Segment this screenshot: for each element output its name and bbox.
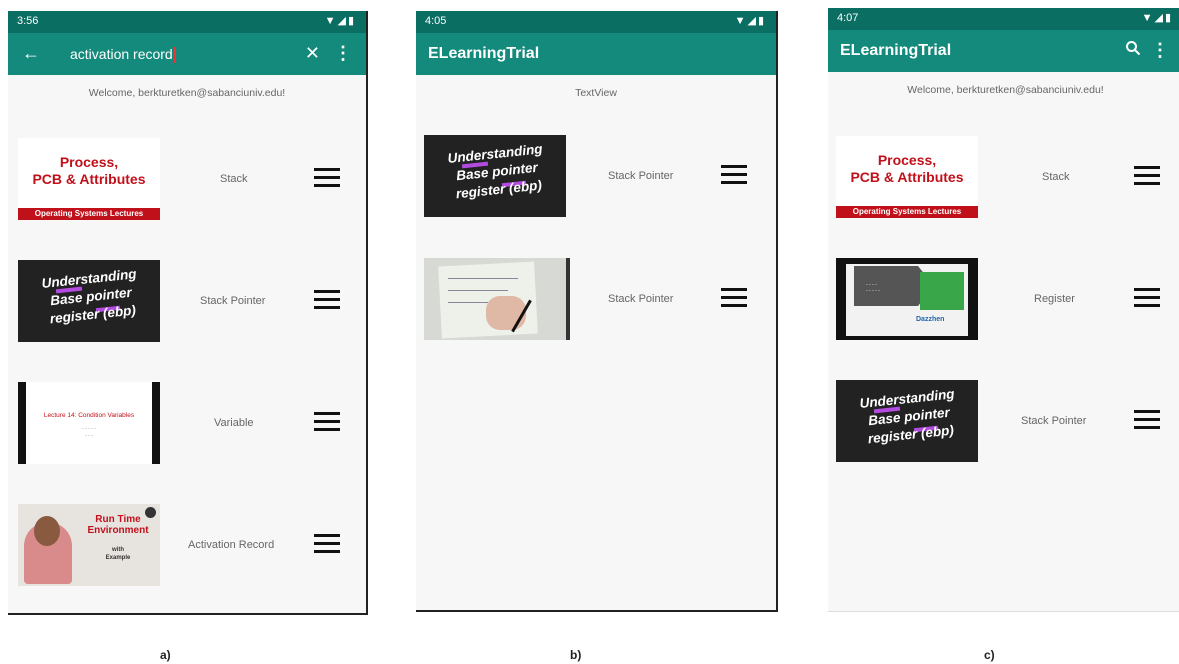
video-thumbnail[interactable]: Lecture 14: Condition Variables ‑ ‑ ‑ ‑ … xyxy=(18,382,160,464)
item-label: Activation Record xyxy=(188,539,275,551)
item-label: Stack Pointer xyxy=(1021,415,1087,427)
app-title: ELearningTrial xyxy=(428,45,540,62)
hamburger-menu-icon[interactable] xyxy=(314,168,340,188)
item-label: Stack Pointer xyxy=(608,293,674,305)
arrow-left-icon[interactable]: ← xyxy=(22,43,40,64)
hamburger-menu-icon[interactable] xyxy=(721,288,747,308)
caption-b: b) xyxy=(570,648,582,662)
hamburger-menu-icon[interactable] xyxy=(1134,410,1160,430)
item-label: Stack Pointer xyxy=(200,295,266,307)
status-time: 4:05 xyxy=(425,15,447,27)
hamburger-menu-icon[interactable] xyxy=(721,165,747,185)
search-icon[interactable] xyxy=(1125,40,1141,61)
hamburger-menu-icon[interactable] xyxy=(314,412,340,432)
textview-placeholder: TextView xyxy=(575,87,617,99)
list-item[interactable]: Understanding Base pointer register (ebp) … xyxy=(8,258,366,344)
search-input[interactable]: activation record xyxy=(70,46,176,64)
list-item[interactable]: Process, PCB & Attributes Operating Syste… xyxy=(8,136,366,222)
welcome-text: Welcome, berkturetken@sabanciuniv.edu! xyxy=(907,84,1104,96)
hamburger-menu-icon[interactable] xyxy=(314,290,340,310)
app-bar: ELearningTrial ⋮ xyxy=(828,30,1179,72)
video-thumbnail[interactable]: Process, PCB & Attributes Operating Syste… xyxy=(836,136,978,218)
video-thumbnail[interactable]: Run Time Environment with Example xyxy=(18,504,160,586)
status-time: 3:56 xyxy=(17,15,39,27)
status-time: 4:07 xyxy=(837,12,859,24)
caption-a: a) xyxy=(160,648,171,662)
video-thumbnail[interactable] xyxy=(424,258,570,340)
hamburger-menu-icon[interactable] xyxy=(1134,288,1160,308)
welcome-text: Welcome, berkturetken@sabanciuniv.edu! xyxy=(88,87,286,99)
wifi-signal-battery-icon: ▼◢▮ xyxy=(1141,12,1173,24)
list-item[interactable]: Understanding Base pointer register (ebp) … xyxy=(416,133,776,219)
list-item[interactable]: Understanding Base pointer register (ebp) … xyxy=(828,378,1179,464)
list-item[interactable]: Run Time Environment with Example Activati… xyxy=(8,502,366,588)
video-thumbnail[interactable]: Understanding Base pointer register (ebp) xyxy=(424,135,566,217)
list-item[interactable]: Lecture 14: Condition Variables ‑ ‑ ‑ ‑ … xyxy=(8,380,366,466)
screen-b: 4:05 ▼◢▮ ELearningTrial TextView Underst… xyxy=(416,11,778,612)
screen-c: 4:07 ▼◢▮ ELearningTrial ⋮ Welcome, berkt… xyxy=(828,8,1179,612)
search-app-bar: ← activation record ✕ ⋮ xyxy=(8,33,366,75)
item-label: Variable xyxy=(214,417,254,429)
wifi-signal-battery-icon: ▼◢▮ xyxy=(324,15,356,27)
caption-c: c) xyxy=(984,648,995,662)
hamburger-menu-icon[interactable] xyxy=(314,534,340,554)
close-icon[interactable]: ✕ xyxy=(305,43,320,64)
status-bar: 3:56 ▼◢▮ xyxy=(8,11,366,33)
wifi-signal-battery-icon: ▼◢▮ xyxy=(734,15,766,27)
list-item[interactable]: Stack Pointer xyxy=(416,256,776,342)
screen-a: 3:56 ▼◢▮ ← activation record ✕ ⋮ Welcome… xyxy=(8,11,368,615)
status-bar: 4:07 ▼◢▮ xyxy=(828,8,1179,30)
more-vert-icon[interactable]: ⋮ xyxy=(334,43,352,64)
status-bar: 4:05 ▼◢▮ xyxy=(416,11,776,33)
video-thumbnail[interactable]: Understanding Base pointer register (ebp) xyxy=(18,260,160,342)
app-title: ELearningTrial xyxy=(840,42,952,59)
video-thumbnail[interactable]: ‑ ‑ ‑ ‑ ‑ ‑ ‑ ‑ ‑ Dazzhen xyxy=(836,258,978,340)
item-label: Register xyxy=(1034,293,1075,305)
video-thumbnail[interactable]: Process, PCB & Attributes Operating Syste… xyxy=(18,138,160,220)
item-label: Stack Pointer xyxy=(608,170,674,182)
item-label: Stack xyxy=(220,173,248,185)
more-vert-icon[interactable]: ⋮ xyxy=(1151,40,1169,61)
item-label: Stack xyxy=(1042,171,1070,183)
video-thumbnail[interactable]: Understanding Base pointer register (ebp) xyxy=(836,380,978,462)
app-bar: ELearningTrial xyxy=(416,33,776,75)
hamburger-menu-icon[interactable] xyxy=(1134,166,1160,186)
list-item[interactable]: ‑ ‑ ‑ ‑ ‑ ‑ ‑ ‑ ‑ Dazzhen Register xyxy=(828,256,1179,342)
list-item[interactable]: Process, PCB & Attributes Operating Syste… xyxy=(828,134,1179,220)
